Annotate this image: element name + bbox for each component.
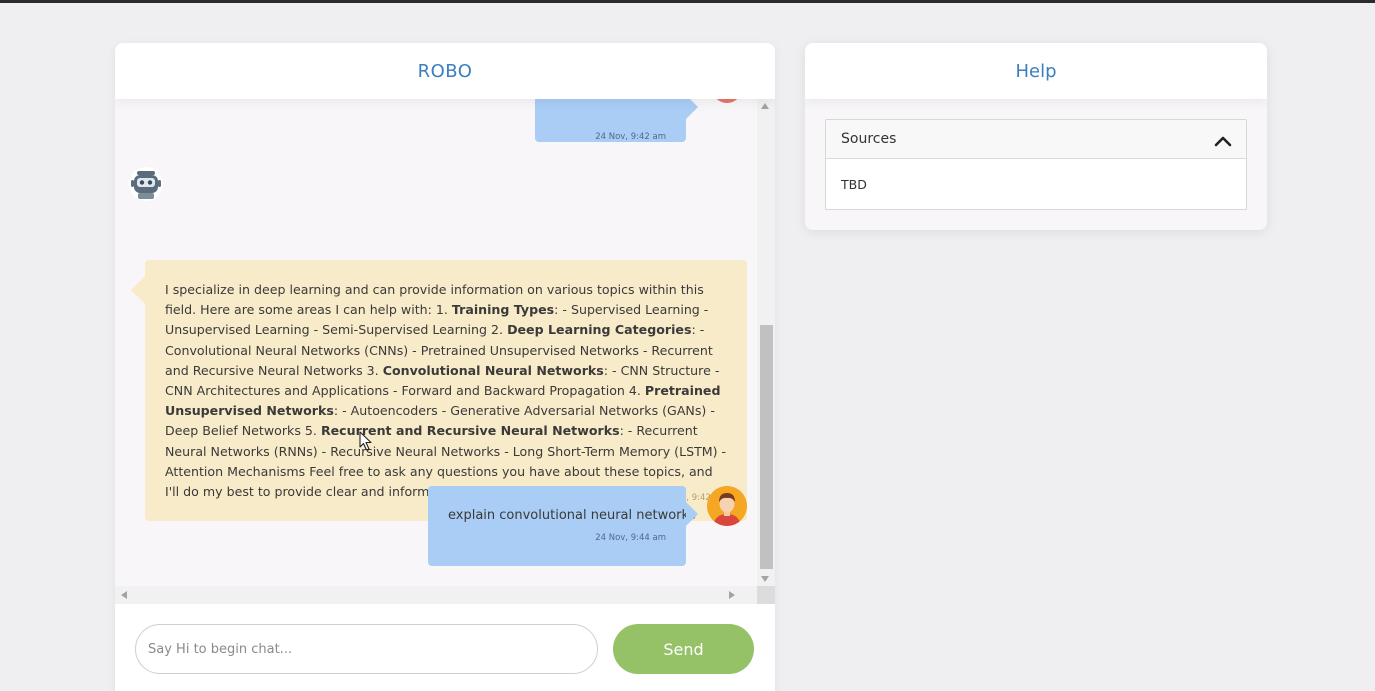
bot-message-text: I specialize in deep learning and can pr… [165, 280, 727, 502]
accordion-title: Sources [841, 131, 897, 147]
chat-panel: ROBO 24 Nov, 9:42 am I specialize in dee… [115, 43, 775, 691]
help-panel: Help Sources TBD [805, 43, 1267, 230]
scroll-left-icon[interactable] [121, 591, 127, 599]
chat-header: ROBO [115, 43, 775, 99]
user-message: explain convolutional neural networks 24… [428, 486, 698, 566]
bot-message-heading: Training Types [451, 302, 555, 318]
chat-input-row: Send [115, 604, 775, 691]
accordion-content: TBD [841, 177, 867, 192]
chat-title: ROBO [417, 60, 473, 82]
sources-accordion: Sources TBD [825, 119, 1247, 210]
robot-avatar-icon [129, 167, 163, 201]
user-message-text: explain convolutional neural networks [448, 508, 696, 523]
scroll-down-icon[interactable] [761, 576, 769, 582]
sources-accordion-header[interactable]: Sources [826, 120, 1246, 159]
bot-message-heading: Convolutional Neural Networks [382, 362, 604, 378]
scrollbar-corner [757, 586, 775, 604]
message-time: 24 Nov, 9:42 am [595, 132, 666, 142]
user-avatar-icon [707, 486, 747, 526]
user-avatar [712, 99, 742, 103]
chevron-up-icon[interactable] [1214, 132, 1232, 151]
chat-input[interactable] [135, 624, 598, 674]
help-body: Sources TBD [805, 99, 1267, 230]
top-bar [0, 0, 1375, 3]
vertical-scrollbar[interactable] [757, 99, 775, 586]
chat-messages: 24 Nov, 9:42 am I specialize in deep lea… [115, 99, 757, 586]
help-header: Help [805, 43, 1267, 99]
message-time: 24 Nov, 9:44 am [595, 533, 666, 543]
help-title: Help [1015, 60, 1057, 82]
user-message: 24 Nov, 9:42 am [535, 99, 698, 142]
mouse-cursor-icon [359, 431, 373, 456]
bot-message-heading: Deep Learning Categories [507, 322, 692, 338]
horizontal-scrollbar[interactable] [115, 586, 757, 604]
bot-message: I specialize in deep learning and can pr… [131, 260, 747, 521]
scroll-up-icon[interactable] [761, 103, 769, 109]
send-button[interactable]: Send [613, 624, 754, 674]
scroll-right-icon[interactable] [729, 591, 735, 599]
scrollbar-thumb[interactable] [760, 325, 773, 569]
